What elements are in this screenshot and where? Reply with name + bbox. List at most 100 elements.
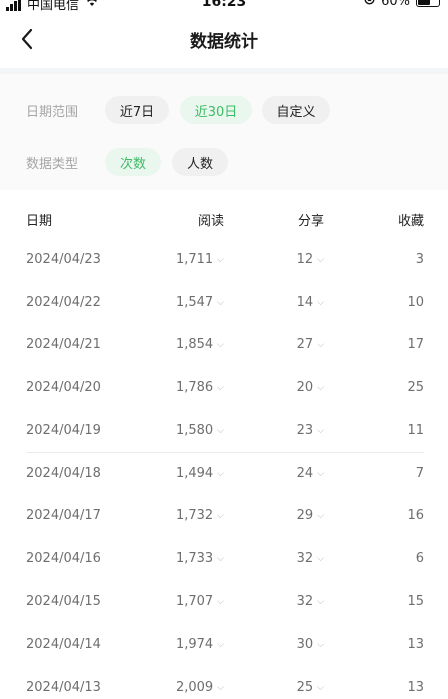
row-read-text: 1,580 xyxy=(175,423,214,438)
column-header-share: 分享 xyxy=(297,214,324,229)
chevron-down-icon: ⌵ xyxy=(217,254,224,265)
row-read-value[interactable]: 1,547 ⌵ xyxy=(176,295,224,310)
table-row: 2024/04/16 1,733 ⌵ 32 ⌵ 6 xyxy=(0,531,448,573)
row-share-text: 27 xyxy=(296,337,314,352)
row-share-text: 24 xyxy=(296,466,314,481)
column-header-date: 日期 xyxy=(26,214,53,229)
filter-panel: 日期范围 近7日 近30日 自定义 数据类型 次数 人数 xyxy=(0,74,448,190)
row-read-value[interactable]: 1,974 ⌵ xyxy=(176,637,224,652)
table-row: 2024/04/18 1,494 ⌵ 24 ⌵ 7 xyxy=(0,446,448,488)
row-fav: 6 xyxy=(415,551,424,566)
chevron-down-icon: ⌵ xyxy=(217,425,224,436)
data-type-row: 数据类型 次数 人数 xyxy=(0,147,448,177)
row-share-text: 23 xyxy=(296,423,314,438)
data-type-option-count[interactable]: 次数 xyxy=(105,148,161,176)
row-fav: 3 xyxy=(415,252,424,267)
status-time: 16:23 xyxy=(201,0,247,10)
row-read-text: 1,711 xyxy=(175,252,214,267)
row-share-value[interactable]: 30 ⌵ xyxy=(297,637,324,652)
date-range-option-30d[interactable]: 近30日 xyxy=(180,96,252,124)
row-read-value[interactable]: 1,732 ⌵ xyxy=(176,508,224,523)
chevron-down-icon: ⌵ xyxy=(317,596,324,607)
column-header-read: 阅读 xyxy=(197,214,224,229)
row-read-value[interactable]: 1,786 ⌵ xyxy=(176,380,224,395)
row-date: 2024/04/21 xyxy=(26,337,101,352)
row-read-text: 1,707 xyxy=(175,594,214,609)
row-read-text: 1,733 xyxy=(175,551,214,566)
chevron-down-icon: ⌵ xyxy=(317,339,324,350)
row-read-text: 1,786 xyxy=(175,380,214,395)
row-read-value[interactable]: 2,009 ⌵ xyxy=(176,680,224,695)
chevron-down-icon: ⌵ xyxy=(217,510,224,521)
row-read-text: 1,547 xyxy=(175,295,214,310)
row-share-value[interactable]: 29 ⌵ xyxy=(297,508,324,523)
row-share-text: 25 xyxy=(296,680,314,695)
date-range-row: 日期范围 近7日 近30日 自定义 xyxy=(0,95,448,125)
row-share-text: 32 xyxy=(296,551,314,566)
table-row: 2024/04/19 1,580 ⌵ 23 ⌵ 11 xyxy=(0,403,448,445)
row-share-text: 14 xyxy=(296,295,314,310)
row-share-value[interactable]: 27 ⌵ xyxy=(297,337,324,352)
row-share-value[interactable]: 14 ⌵ xyxy=(297,295,324,310)
row-date: 2024/04/22 xyxy=(26,295,101,310)
row-share-value[interactable]: 23 ⌵ xyxy=(297,423,324,438)
chevron-down-icon: ⌵ xyxy=(217,297,224,308)
row-share-value[interactable]: 25 ⌵ xyxy=(297,680,324,695)
date-range-label: 日期范围 xyxy=(26,104,79,120)
signal-icon xyxy=(6,0,21,11)
chevron-down-icon: ⌵ xyxy=(217,468,224,479)
chevron-down-icon: ⌵ xyxy=(217,639,224,650)
row-read-text: 1,494 xyxy=(175,466,214,481)
row-date: 2024/04/14 xyxy=(26,637,101,652)
chevron-down-icon: ⌵ xyxy=(317,425,324,436)
table-body: 2024/04/23 1,711 ⌵ 12 ⌵ 3 2024/04/22 1,547… xyxy=(0,232,448,699)
table-header: 日期 阅读 分享 收藏 xyxy=(0,204,448,232)
row-fav: 10 xyxy=(407,295,424,310)
chevron-down-icon: ⌵ xyxy=(317,553,324,564)
row-share-value[interactable]: 12 ⌵ xyxy=(297,252,324,267)
battery-icon xyxy=(416,0,440,7)
row-share-value[interactable]: 24 ⌵ xyxy=(297,466,324,481)
page-title: 数据统计 xyxy=(190,32,258,52)
table-row: 2024/04/13 2,009 ⌵ 25 ⌵ 13 xyxy=(0,660,448,699)
row-share-value[interactable]: 32 ⌵ xyxy=(297,594,324,609)
row-fav: 7 xyxy=(415,466,424,481)
row-read-value[interactable]: 1,580 ⌵ xyxy=(176,423,224,438)
row-date: 2024/04/19 xyxy=(26,423,101,438)
row-date: 2024/04/16 xyxy=(26,551,101,566)
date-range-option-7d[interactable]: 近7日 xyxy=(105,96,169,124)
row-read-value[interactable]: 1,494 ⌵ xyxy=(176,466,224,481)
row-date: 2024/04/13 xyxy=(26,680,101,695)
table-row: 2024/04/14 1,974 ⌵ 30 ⌵ 13 xyxy=(0,617,448,659)
row-read-value[interactable]: 1,854 ⌵ xyxy=(176,337,224,352)
status-bar: 中国电信 16:23 60% xyxy=(0,0,448,14)
row-read-value[interactable]: 1,711 ⌵ xyxy=(176,252,224,267)
table-row: 2024/04/15 1,707 ⌵ 32 ⌵ 15 xyxy=(0,574,448,616)
row-date: 2024/04/15 xyxy=(26,594,101,609)
row-read-value[interactable]: 1,707 ⌵ xyxy=(176,594,224,609)
chevron-down-icon: ⌵ xyxy=(317,639,324,650)
chevron-down-icon: ⌵ xyxy=(217,682,224,693)
row-fav: 16 xyxy=(407,508,424,523)
row-date: 2024/04/18 xyxy=(26,466,101,481)
row-share-value[interactable]: 20 ⌵ xyxy=(297,380,324,395)
chevron-down-icon: ⌵ xyxy=(217,596,224,607)
row-fav: 13 xyxy=(407,637,424,652)
carrier-name: 中国电信 xyxy=(27,0,80,13)
row-share-value[interactable]: 32 ⌵ xyxy=(297,551,324,566)
data-type-option-people[interactable]: 人数 xyxy=(172,148,228,176)
chevron-down-icon: ⌵ xyxy=(317,468,324,479)
chevron-down-icon: ⌵ xyxy=(317,382,324,393)
row-share-text: 29 xyxy=(296,508,314,523)
chevron-down-icon: ⌵ xyxy=(317,297,324,308)
wifi-icon xyxy=(85,0,99,11)
status-right: 60% xyxy=(364,0,440,9)
status-left: 中国电信 xyxy=(6,0,99,13)
row-read-value[interactable]: 1,733 ⌵ xyxy=(176,551,224,566)
row-date: 2024/04/20 xyxy=(26,380,101,395)
row-date: 2024/04/23 xyxy=(26,252,101,267)
row-read-text: 2,009 xyxy=(175,680,214,695)
data-type-label: 数据类型 xyxy=(26,156,79,172)
row-read-text: 1,974 xyxy=(175,637,214,652)
date-range-option-custom[interactable]: 自定义 xyxy=(262,96,330,124)
